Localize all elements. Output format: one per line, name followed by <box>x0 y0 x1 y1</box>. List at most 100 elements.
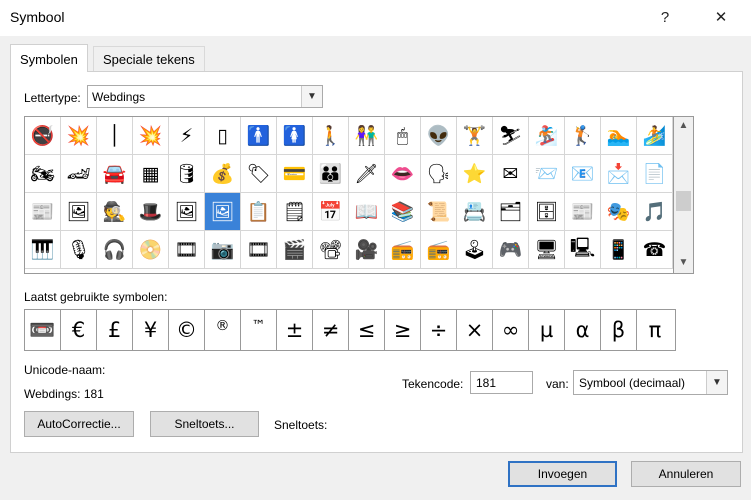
recent-symbol[interactable]: ≤ <box>349 310 385 350</box>
recent-symbol[interactable]: π <box>637 310 673 350</box>
symbol-cell[interactable]: 🗒 <box>277 193 313 231</box>
symbol-cell[interactable]: 📇 <box>457 193 493 231</box>
symbol-cell[interactable]: 📧 <box>565 155 601 193</box>
symbol-cell[interactable]: 🚭 <box>25 117 61 155</box>
symbol-cell[interactable]: ⭐ <box>457 155 493 193</box>
insert-button[interactable]: Invoegen <box>508 461 617 487</box>
cancel-button[interactable]: Annuleren <box>631 461 741 487</box>
symbol-cell[interactable]: 💰 <box>205 155 241 193</box>
symbol-cell[interactable]: 🚘 <box>97 155 133 193</box>
symbol-cell[interactable]: 💥 <box>61 117 97 155</box>
symbol-cell[interactable]: 🖱 <box>385 117 421 155</box>
symbol-cell[interactable]: 🎵 <box>637 193 673 231</box>
recent-symbol[interactable]: ≥ <box>385 310 421 350</box>
symbol-cell[interactable]: 🖥 <box>529 231 565 269</box>
symbol-cell[interactable]: 🚹 <box>241 117 277 155</box>
symbol-cell[interactable]: 📽 <box>313 231 349 269</box>
symbol-cell[interactable]: 🗂 <box>493 193 529 231</box>
symbol-cell[interactable]: 📰 <box>25 193 61 231</box>
recent-symbol[interactable]: £ <box>97 310 133 350</box>
recent-symbol[interactable]: µ <box>529 310 565 350</box>
font-select[interactable]: Webdings ▼ <box>87 85 323 108</box>
symbol-cell[interactable]: 🕹 <box>457 231 493 269</box>
symbol-cell[interactable]: 🎞 <box>169 231 205 269</box>
symbol-cell[interactable]: 👫 <box>349 117 385 155</box>
symbol-cell[interactable]: ☎ <box>637 231 673 269</box>
symbol-cell[interactable]: 👪 <box>313 155 349 193</box>
symbol-cell[interactable]: 🖼 <box>205 193 241 231</box>
symbol-cell[interactable]: 🎙 <box>61 231 97 269</box>
symbol-cell[interactable]: 👄 <box>385 155 421 193</box>
symbol-cell[interactable]: 📀 <box>133 231 169 269</box>
symbol-cell[interactable]: 📻 <box>385 231 421 269</box>
symbol-cell[interactable]: 📚 <box>385 193 421 231</box>
symbol-cell[interactable]: 🏄 <box>637 117 673 155</box>
help-icon[interactable]: ? <box>645 4 685 32</box>
recent-symbol[interactable]: ¥ <box>133 310 169 350</box>
tab-speciale-tekens[interactable]: Speciale tekens <box>93 46 205 72</box>
symbol-cell[interactable]: ⛷ <box>493 117 529 155</box>
recent-symbol[interactable]: ÷ <box>421 310 457 350</box>
symbol-cell[interactable]: ✉ <box>493 155 529 193</box>
symbol-cell[interactable]: 🗡 <box>349 155 385 193</box>
symbol-cell[interactable]: 🎹 <box>25 231 61 269</box>
symbol-cell[interactable]: 📖 <box>349 193 385 231</box>
symbol-cell[interactable]: 📄 <box>637 155 673 193</box>
symbol-cell[interactable]: 🗣 <box>421 155 457 193</box>
symbol-cell[interactable]: 👽 <box>421 117 457 155</box>
symbol-cell[interactable]: 📜 <box>421 193 457 231</box>
autocorrect-button[interactable]: AutoCorrectie... <box>24 411 134 437</box>
symbol-cell[interactable]: 🕵 <box>97 193 133 231</box>
symbol-cell[interactable]: 📨 <box>529 155 565 193</box>
symbol-cell[interactable]: 📱 <box>601 231 637 269</box>
symbol-cell[interactable]: 🎥 <box>349 231 385 269</box>
recent-symbol[interactable]: ± <box>277 310 313 350</box>
recent-symbol[interactable]: β <box>601 310 637 350</box>
symbol-cell[interactable]: 🎧 <box>97 231 133 269</box>
tab-symbolen[interactable]: Symbolen <box>10 44 88 72</box>
symbol-cell[interactable]: ▦ <box>133 155 169 193</box>
scroll-up-icon[interactable]: ▲ <box>674 120 693 131</box>
symbol-cell[interactable]: ⚡ <box>169 117 205 155</box>
symbol-cell[interactable]: 🚶 <box>313 117 349 155</box>
symbol-grid-scrollbar[interactable]: ▲ ▼ <box>674 116 694 274</box>
recent-symbol[interactable]: ∞ <box>493 310 529 350</box>
from-select[interactable]: Symbool (decimaal) ▼ <box>573 370 728 395</box>
symbol-cell[interactable]: 💳 <box>277 155 313 193</box>
recent-symbol[interactable]: × <box>457 310 493 350</box>
symbol-cell[interactable]: ▯ <box>205 117 241 155</box>
symbol-cell[interactable]: 🖼 <box>169 193 205 231</box>
recent-symbol[interactable]: © <box>169 310 205 350</box>
symbol-cell[interactable]: 🛢 <box>169 155 205 193</box>
recent-symbol[interactable]: ® <box>205 310 241 350</box>
symbol-cell[interactable]: 🗄 <box>529 193 565 231</box>
recent-symbol[interactable]: ≠ <box>313 310 349 350</box>
symbol-cell[interactable]: 🏷 <box>241 155 277 193</box>
symbol-cell[interactable]: 📰 <box>565 193 601 231</box>
recent-symbol[interactable]: € <box>61 310 97 350</box>
symbol-cell[interactable]: 📻 <box>421 231 457 269</box>
symbol-cell[interactable]: 💥 <box>133 117 169 155</box>
symbol-cell[interactable]: 🎩 <box>133 193 169 231</box>
symbol-cell[interactable]: 🖼 <box>61 193 97 231</box>
recent-symbol[interactable]: 📼 <box>25 310 61 350</box>
char-code-input[interactable]: 181 <box>470 371 533 394</box>
chevron-down-icon[interactable]: ▼ <box>301 86 322 107</box>
scroll-down-icon[interactable]: ▼ <box>674 257 693 268</box>
recent-symbol[interactable]: α <box>565 310 601 350</box>
symbol-cell[interactable]: 🏎 <box>61 155 97 193</box>
symbol-cell[interactable]: 🎬 <box>277 231 313 269</box>
symbol-cell[interactable]: 📩 <box>601 155 637 193</box>
recent-symbol[interactable]: ™ <box>241 310 277 350</box>
symbol-cell[interactable]: 🎞 <box>241 231 277 269</box>
scroll-thumb[interactable] <box>676 191 691 211</box>
symbol-cell[interactable]: 📅 <box>313 193 349 231</box>
close-icon[interactable]: ✕ <box>701 4 741 32</box>
symbol-cell[interactable]: 🚺 <box>277 117 313 155</box>
symbol-cell[interactable]: │ <box>97 117 133 155</box>
symbol-cell[interactable]: 📋 <box>241 193 277 231</box>
symbol-cell[interactable]: 🏌 <box>565 117 601 155</box>
symbol-cell[interactable]: 🎮 <box>493 231 529 269</box>
shortcut-key-button[interactable]: Sneltoets... <box>150 411 259 437</box>
symbol-cell[interactable]: 🖳 <box>565 231 601 269</box>
